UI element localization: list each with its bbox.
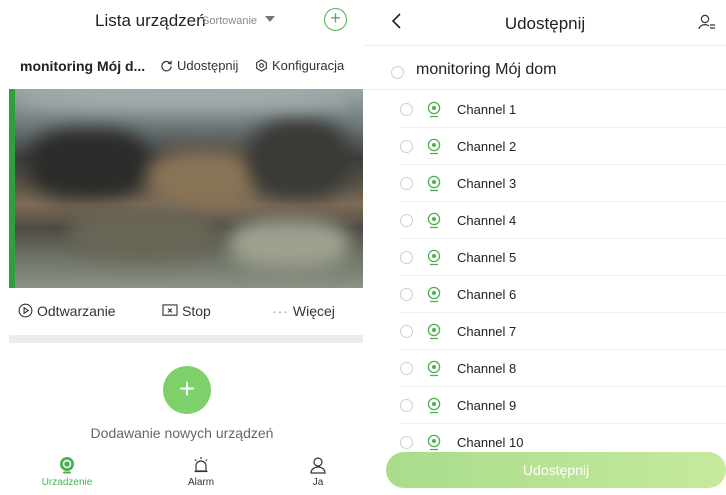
stop-button[interactable]: Stop (162, 303, 211, 319)
user-icon (310, 457, 326, 474)
channel-row[interactable]: Channel 7 (400, 313, 726, 350)
camera-preview[interactable] (9, 89, 363, 288)
playback-button[interactable]: Odtwarzanie (18, 303, 116, 319)
channel-label: Channel 9 (457, 398, 517, 413)
tab-alarm[interactable]: Alarm (161, 452, 241, 488)
channel-row[interactable]: Channel 2 (400, 128, 726, 165)
channel-label: Channel 3 (457, 176, 517, 191)
channel-radio[interactable] (400, 325, 413, 338)
channel-label: Channel 1 (457, 102, 517, 117)
page-title: Lista urządzeń (95, 11, 206, 30)
divider-bar (9, 335, 363, 343)
channel-label: Channel 8 (457, 361, 517, 376)
channel-radio[interactable] (400, 177, 413, 190)
device-row: monitoring Mój d... Udostępnij Konfigura… (0, 54, 364, 80)
bottom-tabbar: Urzadzenie Alarm Ja (0, 452, 364, 495)
camera-icon (427, 101, 441, 118)
camera-icon (427, 249, 441, 266)
add-device-plus-icon[interactable]: + (324, 8, 347, 31)
camera-icon (427, 360, 441, 377)
share-header: Udostępnij (364, 0, 726, 46)
stop-label: Stop (182, 303, 211, 319)
add-new-device-label: Dodawanie nowych urządzeń (90, 425, 274, 441)
user-share-icon[interactable] (698, 13, 716, 31)
more-button[interactable]: ··· Więcej (272, 303, 335, 319)
camera-icon (427, 397, 441, 414)
more-dots-icon: ··· (272, 303, 289, 319)
stop-screen-icon (162, 304, 178, 316)
channel-row[interactable]: Channel 8 (400, 350, 726, 387)
channel-radio[interactable] (400, 288, 413, 301)
preview-selected-edge (9, 89, 15, 288)
channel-radio[interactable] (400, 103, 413, 116)
share-icon (161, 60, 172, 72)
device-select-label: monitoring Mój dom (416, 61, 557, 78)
channel-label: Channel 2 (457, 139, 517, 154)
camera-tab-icon (60, 457, 74, 474)
channel-row[interactable]: Channel 6 (400, 276, 726, 313)
channel-radio[interactable] (400, 436, 413, 449)
camera-icon (427, 323, 441, 340)
preview-blur (29, 129, 149, 199)
channel-row[interactable]: Channel 3 (400, 165, 726, 202)
preview-blur (229, 219, 349, 269)
device-select-row[interactable]: monitoring Mój dom (364, 54, 726, 90)
channel-radio[interactable] (400, 214, 413, 227)
add-new-device-button[interactable]: + (163, 366, 211, 414)
camera-icon (427, 434, 441, 451)
preview-blur (19, 89, 349, 109)
channel-row[interactable]: Channel 5 (400, 239, 726, 276)
device-name[interactable]: monitoring Mój d... (20, 58, 145, 74)
camera-icon (427, 138, 441, 155)
tab-device[interactable]: Urzadzenie (27, 452, 107, 488)
preview-blur (249, 119, 349, 199)
playback-label: Odtwarzanie (37, 303, 116, 319)
alarm-icon (194, 457, 208, 473)
playback-controls: Odtwarzanie Stop ··· Więcej (0, 300, 364, 324)
channel-radio[interactable] (400, 399, 413, 412)
gear-icon (256, 59, 267, 72)
device-list-screen: Lista urządzeń Sortowanie + monitoring M… (0, 0, 364, 495)
tab-alarm-label: Alarm (187, 477, 215, 488)
channel-radio[interactable] (400, 362, 413, 375)
channel-label: Channel 5 (457, 250, 517, 265)
preview-blur (149, 149, 259, 209)
play-circle-icon (18, 303, 33, 318)
device-list-header: Lista urządzeń Sortowanie + (0, 0, 364, 44)
device-radio[interactable] (391, 66, 404, 79)
channel-row[interactable]: Channel 9 (400, 387, 726, 424)
device-config-label: Konfiguracja (272, 58, 345, 73)
channel-row[interactable]: Channel 4 (400, 202, 726, 239)
sort-dropdown[interactable]: Sortowanie (202, 15, 257, 27)
device-config-button[interactable]: Konfiguracja (255, 58, 344, 73)
channel-label: Channel 10 (457, 435, 524, 450)
more-label: Więcej (292, 303, 335, 319)
channel-radio[interactable] (400, 251, 413, 264)
share-screen: Udostępnij monitoring Mój dom Channel 1 C… (364, 0, 726, 495)
channel-label: Channel 7 (457, 324, 517, 339)
share-page-title: Udostępnij (504, 14, 586, 33)
camera-icon (427, 212, 441, 229)
channel-row[interactable]: Channel 1 (400, 91, 726, 128)
tab-me[interactable]: Ja (278, 452, 358, 488)
camera-icon (427, 286, 441, 303)
caret-down-icon[interactable] (265, 16, 275, 22)
channel-label: Channel 6 (457, 287, 517, 302)
channel-label: Channel 4 (457, 213, 517, 228)
tab-me-label: Ja (312, 477, 324, 488)
device-share-label: Udostępnij (177, 58, 239, 73)
share-submit-button[interactable]: Udostępnij (386, 452, 726, 488)
channel-radio[interactable] (400, 140, 413, 153)
device-share-button[interactable]: Udostępnij (160, 58, 238, 73)
camera-icon (427, 175, 441, 192)
tab-device-label: Urzadzenie (41, 477, 93, 488)
preview-blur (69, 209, 219, 259)
